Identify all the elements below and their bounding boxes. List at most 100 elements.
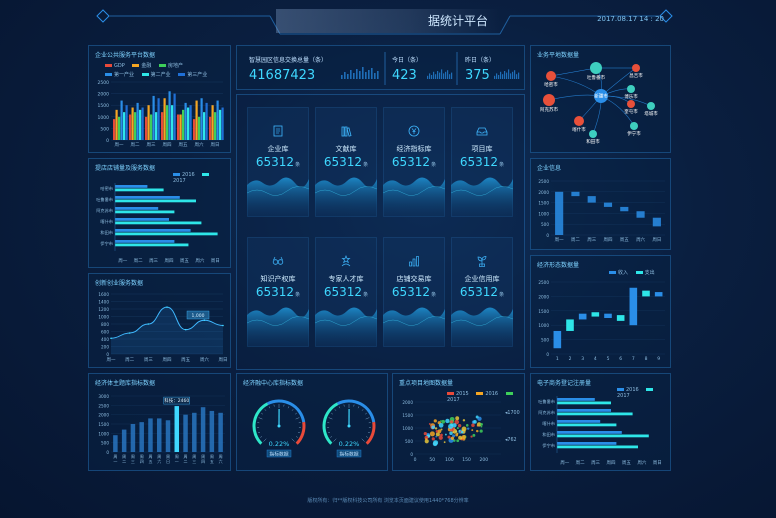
tick-label: 吐鲁番市 xyxy=(96,196,113,203)
graph-node-label: 博乐市 xyxy=(624,93,638,100)
graph-node xyxy=(630,122,638,130)
scatter-point xyxy=(444,433,447,436)
header-left-diamond xyxy=(96,9,110,23)
sparkline-bar xyxy=(431,75,433,79)
library-card[interactable]: 企业信用库 65312条 xyxy=(451,237,513,347)
gauge-tick xyxy=(328,417,333,420)
bar xyxy=(654,292,663,297)
gauge-arc-low xyxy=(252,402,269,445)
library-card[interactable]: 文献库 65312条 xyxy=(315,107,377,217)
tick-label: 周日 xyxy=(219,357,228,363)
scatter-point xyxy=(431,437,435,441)
panel-ecommerce: 电子商务登记注册量 2016 2017 吐鲁番市 阿克苏市 喀什市 和田市 伊宁市 周一周… xyxy=(530,373,671,471)
graph-node xyxy=(627,100,635,108)
bar xyxy=(165,420,171,452)
library-card[interactable]: 专家人才库 65312条 xyxy=(315,237,377,347)
graph-node-label: 塔城市 xyxy=(644,110,658,117)
library-card[interactable]: 店铺交易库 65312条 xyxy=(383,237,445,347)
bar xyxy=(115,240,175,243)
gauge-caption: 指标数据 xyxy=(339,451,358,458)
sparkline-bar xyxy=(377,71,379,79)
card-number: 65312 xyxy=(255,285,295,299)
sparkline-bar xyxy=(512,71,514,79)
tick-label: 8 xyxy=(645,356,648,362)
stats-decor xyxy=(341,52,520,85)
scatter-point xyxy=(479,429,483,433)
gauge-tick xyxy=(357,406,360,409)
bar xyxy=(115,210,175,214)
tick-label: 周二 xyxy=(571,237,580,243)
data-point xyxy=(203,319,206,322)
sparkline-bar xyxy=(433,71,435,79)
gauge-tick xyxy=(258,431,261,433)
tick-label: 周一 xyxy=(118,258,127,264)
sparkline-bar xyxy=(506,72,508,79)
sparkline-bar xyxy=(494,75,496,79)
card-label: 店铺交易库 xyxy=(396,275,432,283)
tick-label: 500 xyxy=(100,126,109,132)
gauge-value: 0.22% xyxy=(339,440,360,448)
tick-label: 500 xyxy=(405,439,413,444)
bar xyxy=(557,434,649,438)
tick-label: 周五 xyxy=(180,258,189,264)
graph-node-label: 伊宁市 xyxy=(627,130,641,137)
gauge-arc-low xyxy=(322,402,339,445)
scatter-point xyxy=(449,431,453,436)
scatter-point xyxy=(470,435,473,438)
bar xyxy=(652,217,661,227)
library-card[interactable]: 知识产权库 65312条 xyxy=(247,237,309,347)
sparkline-bar xyxy=(496,73,498,79)
bar xyxy=(155,112,158,140)
header: 据统计平台 2017.08.17 14 : 20 xyxy=(0,0,776,42)
bar xyxy=(115,185,148,188)
scatter-point xyxy=(445,418,450,424)
tick-label: 200 xyxy=(480,457,489,463)
library-card[interactable]: 项目库 65312条 xyxy=(451,107,513,217)
scatter-point xyxy=(476,429,479,433)
scatter-point xyxy=(448,423,454,430)
tick-label: 1 xyxy=(556,356,559,362)
library-card[interactable]: 企业库 65312条 xyxy=(247,107,309,217)
panel-stores: 提店店铺量及服务数据 2016 2017 哈密市 吐鲁番市 阿克苏市 喀什市 和田市 伊宁… xyxy=(88,158,231,268)
bar xyxy=(557,412,633,416)
tick-label: 周六 xyxy=(200,356,209,363)
sparkline-bar xyxy=(439,72,441,79)
scatter-point xyxy=(471,423,475,428)
bar xyxy=(211,105,214,140)
bar xyxy=(141,107,144,140)
network-graph: 吐鲁番市哈密市 昌吉市博乐市 新疆市阿克苏市 奎屯市 塔城市喀什市伊宁市和田市 xyxy=(540,62,658,145)
tick-label: 1000 xyxy=(402,426,413,431)
inbox-icon xyxy=(476,127,488,136)
tick-label: 50 xyxy=(429,457,435,463)
tick-label: 周五 xyxy=(620,237,629,243)
tick-label: 500 xyxy=(101,441,109,446)
library-card[interactable]: 经济指标库 65312条 xyxy=(383,107,445,217)
tick-label: 3000 xyxy=(98,394,109,399)
bar xyxy=(163,98,166,140)
scatter-point xyxy=(462,419,466,422)
bar xyxy=(115,199,196,203)
tick-label: 2500 xyxy=(538,179,549,184)
card-value: 65312条 xyxy=(383,155,445,169)
gauge-pivot xyxy=(277,424,281,428)
tick-label: 一 xyxy=(113,459,117,464)
tick-label: 0 xyxy=(106,138,109,144)
bar xyxy=(121,429,127,452)
scatter-point xyxy=(466,427,470,430)
graph-node-label: 阿克苏市 xyxy=(540,106,558,113)
bar xyxy=(156,418,162,452)
tick-label: 1500 xyxy=(402,413,413,418)
bar xyxy=(555,191,564,235)
scatter-point xyxy=(460,430,464,434)
card-number: 65312 xyxy=(323,155,363,169)
bar xyxy=(620,206,629,212)
bar xyxy=(557,445,638,449)
sparkline-bar xyxy=(508,69,510,79)
tick-label: 0 xyxy=(410,452,413,457)
tick-label: 1000 xyxy=(98,431,109,436)
page-title: 据统计平台 xyxy=(276,9,500,33)
bar xyxy=(147,105,150,140)
tick-label: 2000 xyxy=(402,400,413,405)
tick-label: 200 xyxy=(101,345,109,350)
tick-label: 一 xyxy=(175,459,179,464)
